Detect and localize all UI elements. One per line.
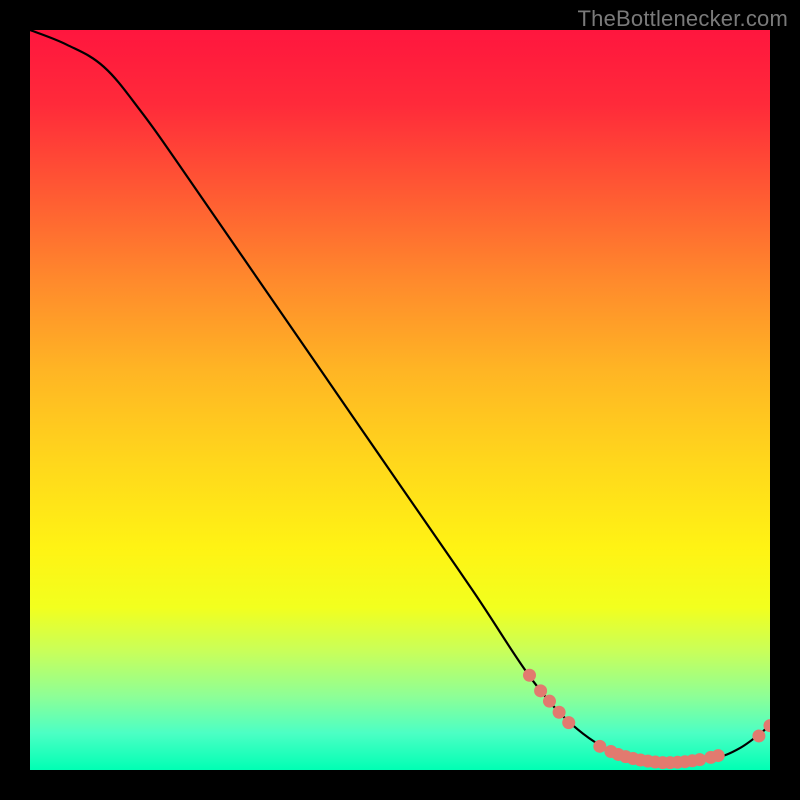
- bottleneck-curve: [30, 30, 770, 763]
- data-point: [562, 716, 575, 729]
- chart-svg: [30, 30, 770, 770]
- data-point: [693, 753, 706, 766]
- data-point: [593, 740, 606, 753]
- data-point: [523, 669, 536, 682]
- data-points-group: [523, 669, 770, 769]
- data-point: [534, 684, 547, 697]
- watermark-text: TheBottlenecker.com: [578, 6, 788, 32]
- data-point: [752, 729, 765, 742]
- data-point: [712, 749, 725, 762]
- data-point: [543, 695, 556, 708]
- data-point: [553, 706, 566, 719]
